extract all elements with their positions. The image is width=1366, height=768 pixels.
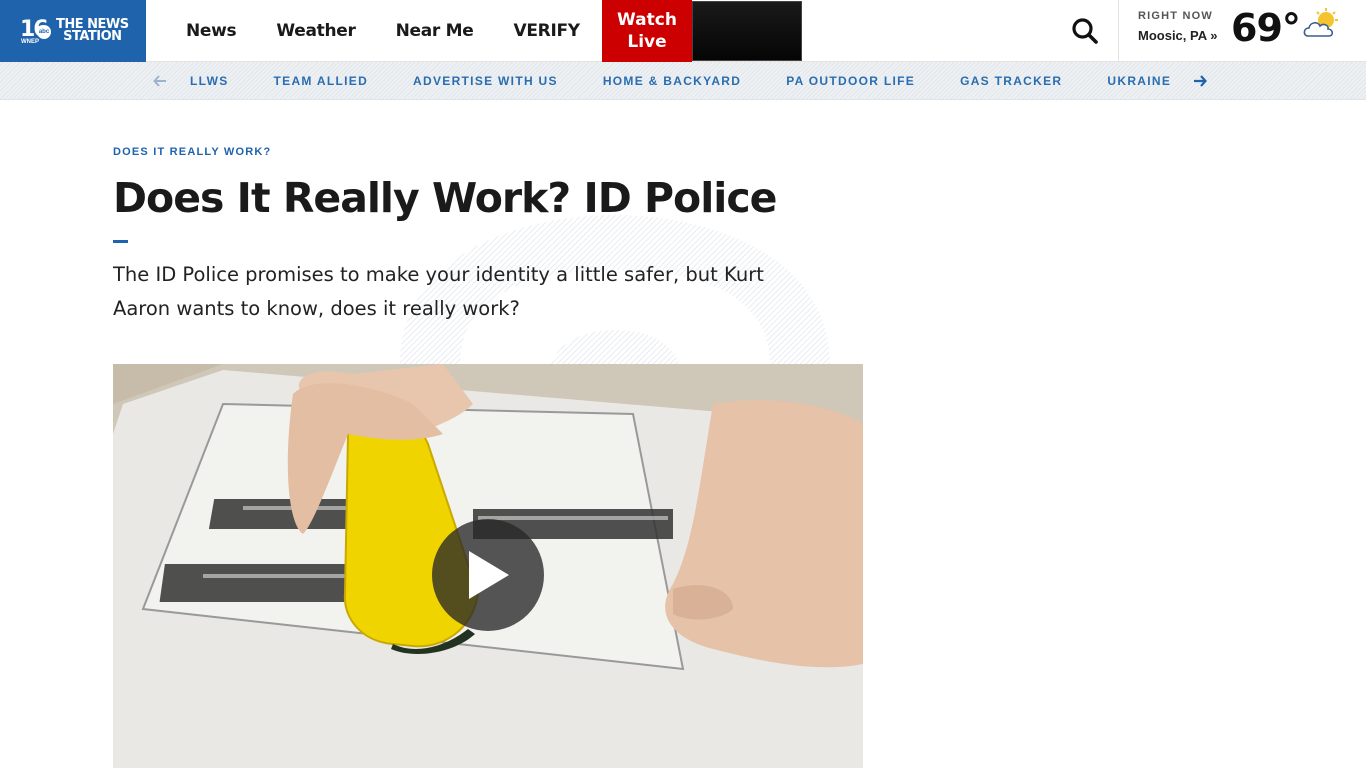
logo-callsign: WNEP <box>21 39 39 45</box>
subnav-item-ukraine[interactable]: UKRAINE <box>1107 74 1171 88</box>
subnav-item-home-backyard[interactable]: HOME & BACKYARD <box>603 74 741 88</box>
play-button[interactable] <box>432 519 544 631</box>
scroll-left-button[interactable] <box>150 62 170 100</box>
weather-label: RIGHT NOW <box>1138 10 1213 22</box>
search-button[interactable] <box>1066 12 1104 50</box>
secondary-nav-scroller: LLWS TEAM ALLIED ADVERTISE WITH US HOME … <box>150 62 1220 100</box>
headline-rule <box>113 240 128 243</box>
live-video-thumbnail[interactable] <box>692 1 802 61</box>
logo-line-2: STATION <box>63 29 122 44</box>
watch-live-button[interactable]: Watch Live <box>602 0 692 62</box>
current-temperature[interactable]: 69° <box>1231 6 1301 50</box>
weather-widget[interactable]: RIGHT NOW Moosic, PA » <box>1138 10 1217 43</box>
article-kicker[interactable]: DOES IT REALLY WORK? <box>113 146 271 158</box>
nav-item-weather[interactable]: Weather <box>276 21 356 41</box>
nav-item-verify[interactable]: VERIFY <box>513 21 580 41</box>
main-nav: News Weather Near Me VERIFY <box>166 0 600 62</box>
secondary-nav: LLWS TEAM ALLIED ADVERTISE WITH US HOME … <box>0 62 1366 100</box>
top-bar: 16 abc WNEP THE NEWS STATION News Weathe… <box>0 0 1366 62</box>
article-headline: Does It Really Work? ID Police <box>113 174 777 222</box>
nav-item-news[interactable]: News <box>186 21 237 41</box>
logo-badge: 16 abc WNEP <box>20 16 56 46</box>
scroll-right-button[interactable] <box>1190 62 1210 100</box>
play-icon <box>469 551 509 599</box>
arrow-right-icon <box>1194 75 1207 87</box>
abc-logo: abc <box>37 25 51 39</box>
partly-cloudy-icon <box>1303 8 1338 37</box>
arrow-left-icon <box>153 75 166 87</box>
article-summary: The ID Police promises to make your iden… <box>113 263 764 320</box>
subnav-item-advertise[interactable]: ADVERTISE WITH US <box>413 74 558 88</box>
watch-live-line-1: Watch <box>617 10 677 30</box>
logo-text: THE NEWS STATION <box>56 18 129 44</box>
station-logo[interactable]: 16 abc WNEP THE NEWS STATION <box>0 0 146 62</box>
subnav-item-llws[interactable]: LLWS <box>190 74 229 88</box>
nav-item-near-me[interactable]: Near Me <box>396 21 474 41</box>
weather-location-link[interactable]: Moosic, PA » <box>1138 28 1217 43</box>
search-icon <box>1072 18 1098 44</box>
subnav-item-gas-tracker[interactable]: GAS TRACKER <box>960 74 1062 88</box>
watch-live-line-2: Live <box>627 32 667 52</box>
video-player[interactable] <box>113 364 863 768</box>
secondary-nav-items: LLWS TEAM ALLIED ADVERTISE WITH US HOME … <box>190 74 1190 88</box>
header-divider <box>1118 0 1119 62</box>
subnav-item-team-allied[interactable]: TEAM ALLIED <box>274 74 369 88</box>
subnav-item-pa-outdoor-life[interactable]: PA OUTDOOR LIFE <box>786 74 915 88</box>
